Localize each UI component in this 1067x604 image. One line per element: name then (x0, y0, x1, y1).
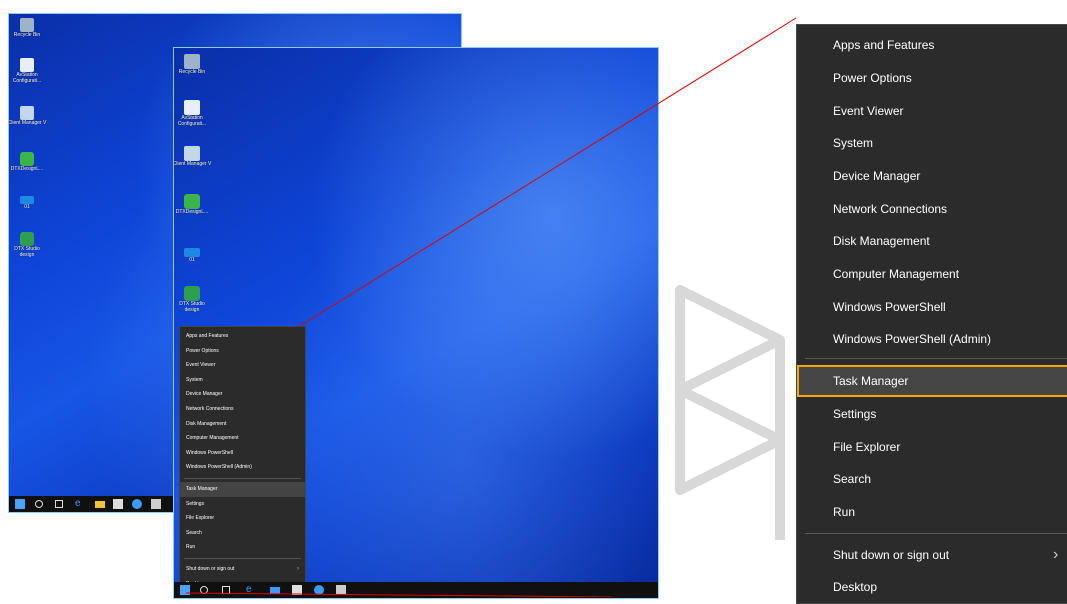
callout-line-bottom (185, 592, 613, 597)
menu-item-settings[interactable]: Settings (797, 398, 1067, 430)
menu-item-file-explorer[interactable]: File Explorer (797, 431, 1067, 463)
chevron-right-icon: › (1053, 546, 1059, 563)
menu-item-label: Shut down or sign out (833, 548, 950, 562)
menu-item-desktop[interactable]: Desktop (797, 571, 1067, 603)
menu-item-windows-powershell-admin[interactable]: Windows PowerShell (Admin) (797, 323, 1067, 355)
menu-item-computer-management[interactable]: Computer Management (797, 258, 1067, 290)
menu-item-disk-management[interactable]: Disk Management (797, 225, 1067, 257)
menu-item-network-connections[interactable]: Network Connections (797, 193, 1067, 225)
menu-item-run[interactable]: Run (797, 496, 1067, 528)
menu-item-label: File Explorer (833, 440, 901, 454)
menu-item-power-options[interactable]: Power Options (797, 62, 1067, 94)
menu-item-label: Device Manager (833, 169, 921, 183)
menu-item-label: Event Viewer (833, 104, 904, 118)
menu-item-label: Disk Management (833, 234, 930, 248)
menu-item-device-manager[interactable]: Device Manager (797, 160, 1067, 192)
menu-item-label: Computer Management (833, 267, 960, 281)
menu-item-label: Run (833, 505, 856, 519)
menu-item-label: Windows PowerShell (Admin) (833, 332, 992, 346)
menu-separator (805, 533, 1067, 534)
callout-line-top (299, 17, 797, 327)
context-menu-zoomed: Apps and Features Power Options Event View… (796, 24, 1067, 604)
menu-item-apps-and-features[interactable]: Apps and Features (797, 29, 1067, 61)
menu-item-label: Settings (833, 407, 877, 421)
menu-separator (805, 358, 1067, 359)
menu-item-shut-down-or-sign-out[interactable]: Shut down or sign out › (797, 539, 1067, 571)
menu-item-label: Windows PowerShell (833, 300, 946, 314)
menu-item-label: Network Connections (833, 202, 948, 216)
menu-item-label: System (833, 136, 874, 150)
menu-item-task-manager[interactable]: Task Manager (797, 365, 1067, 397)
menu-item-event-viewer[interactable]: Event Viewer (797, 95, 1067, 127)
menu-item-windows-powershell[interactable]: Windows PowerShell (797, 291, 1067, 323)
menu-item-label: Search (833, 472, 872, 486)
menu-item-label: Task Manager (833, 374, 909, 388)
menu-item-label: Power Options (833, 71, 912, 85)
menu-item-system[interactable]: System (797, 127, 1067, 159)
menu-item-search[interactable]: Search (797, 463, 1067, 495)
menu-item-label: Apps and Features (833, 38, 935, 52)
menu-item-label: Desktop (833, 580, 878, 594)
